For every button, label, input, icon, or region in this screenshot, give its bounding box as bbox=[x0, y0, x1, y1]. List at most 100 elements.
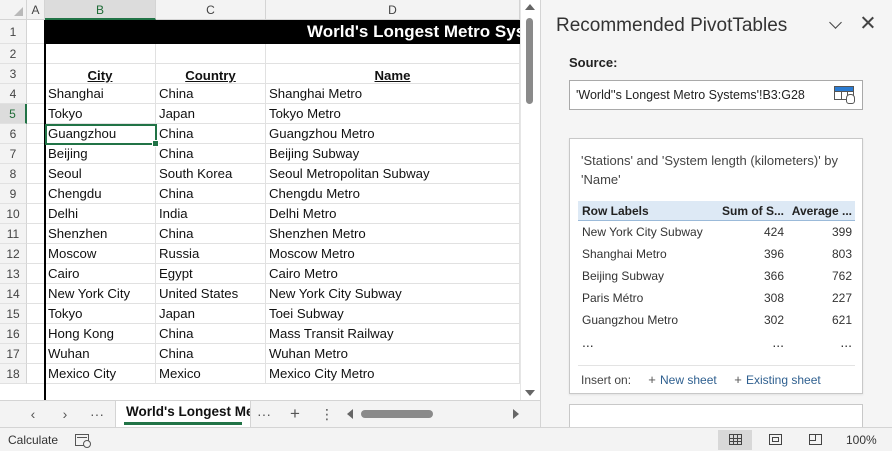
table-cell-city[interactable]: Shanghai bbox=[45, 84, 156, 104]
scroll-down-icon[interactable] bbox=[525, 390, 535, 396]
table-header-country[interactable]: Country bbox=[156, 64, 266, 84]
column-header-b[interactable]: B bbox=[45, 0, 156, 20]
add-sheet-button[interactable]: + bbox=[282, 401, 308, 427]
row-header-17[interactable]: 17 bbox=[0, 344, 27, 364]
row-header-18[interactable]: 18 bbox=[0, 364, 27, 384]
row-header-14[interactable]: 14 bbox=[0, 284, 27, 304]
table-cell-city[interactable]: Hong Kong bbox=[45, 324, 156, 344]
horizontal-scroll-thumb[interactable] bbox=[361, 410, 433, 418]
cell-a17[interactable] bbox=[27, 344, 45, 364]
close-icon[interactable] bbox=[859, 14, 877, 32]
table-cell-country[interactable]: United States bbox=[156, 284, 266, 304]
table-cell-country[interactable]: Egypt bbox=[156, 264, 266, 284]
table-cell-name[interactable]: Shanghai Metro bbox=[266, 84, 520, 104]
cell-a7[interactable] bbox=[27, 144, 45, 164]
row-header-7[interactable]: 7 bbox=[0, 144, 27, 164]
source-range-input[interactable] bbox=[569, 80, 863, 110]
table-cell-city[interactable]: Beijing bbox=[45, 144, 156, 164]
next-sheet-button[interactable]: › bbox=[52, 401, 78, 427]
cell-a13[interactable] bbox=[27, 264, 45, 284]
vertical-scrollbar[interactable] bbox=[520, 0, 538, 400]
table-cell-country[interactable]: Russia bbox=[156, 244, 266, 264]
zoom-level[interactable]: 100% bbox=[846, 433, 877, 447]
table-cell-country[interactable]: China bbox=[156, 344, 266, 364]
table-cell-name[interactable]: Cairo Metro bbox=[266, 264, 520, 284]
table-cell-city[interactable]: Delhi bbox=[45, 204, 156, 224]
table-cell-city[interactable]: Tokyo bbox=[45, 104, 156, 124]
cell-a4[interactable] bbox=[27, 84, 45, 104]
table-cell-country[interactable]: China bbox=[156, 184, 266, 204]
table-cell-country[interactable]: China bbox=[156, 144, 266, 164]
row-header-5[interactable]: 5 bbox=[0, 104, 27, 124]
table-cell-name[interactable]: Mass Transit Railway bbox=[266, 324, 520, 344]
select-all-button[interactable] bbox=[0, 0, 27, 20]
row-header-10[interactable]: 10 bbox=[0, 204, 27, 224]
worksheet-grid[interactable]: A B C D 1 2 3 4 5 6 7 8 9 10 11 12 13 14 15 16 17 18 City… bbox=[0, 0, 540, 400]
scroll-up-icon[interactable] bbox=[525, 4, 535, 10]
chevron-down-icon[interactable] bbox=[828, 16, 844, 32]
table-cell-city[interactable]: Mexico City bbox=[45, 364, 156, 384]
cell-c2[interactable] bbox=[156, 44, 266, 64]
new-sheet-button[interactable]: + New sheet bbox=[647, 372, 717, 387]
table-cell-name[interactable]: Toei Subway bbox=[266, 304, 520, 324]
cell-d2[interactable] bbox=[266, 44, 520, 64]
table-cell-name[interactable]: Tokyo Metro bbox=[266, 104, 520, 124]
more-sheets-left-button[interactable]: ··· bbox=[84, 401, 110, 427]
table-cell-name[interactable]: Mexico City Metro bbox=[266, 364, 520, 384]
table-cell-city[interactable]: Wuhan bbox=[45, 344, 156, 364]
table-cell-country[interactable]: China bbox=[156, 84, 266, 104]
table-cell-name[interactable]: Delhi Metro bbox=[266, 204, 520, 224]
row-header-13[interactable]: 13 bbox=[0, 264, 27, 284]
row-header-2[interactable]: 2 bbox=[0, 44, 27, 64]
macro-record-icon[interactable] bbox=[75, 434, 91, 448]
cell-a18[interactable] bbox=[27, 364, 45, 384]
more-sheets-right-button[interactable]: ··· bbox=[251, 401, 277, 427]
table-cell-name[interactable]: Wuhan Metro bbox=[266, 344, 520, 364]
table-cell-name[interactable]: Beijing Subway bbox=[266, 144, 520, 164]
table-cell-country[interactable]: China bbox=[156, 224, 266, 244]
cell-a3[interactable] bbox=[27, 64, 45, 84]
column-header-a[interactable]: A bbox=[27, 0, 45, 20]
cell-a16[interactable] bbox=[27, 324, 45, 344]
row-header-8[interactable]: 8 bbox=[0, 164, 27, 184]
cell-a10[interactable] bbox=[27, 204, 45, 224]
table-cell-country[interactable]: India bbox=[156, 204, 266, 224]
table-cell-name[interactable]: New York City Subway bbox=[266, 284, 520, 304]
row-header-3[interactable]: 3 bbox=[0, 64, 27, 84]
row-header-4[interactable]: 4 bbox=[0, 84, 27, 104]
table-cell-city[interactable]: Cairo bbox=[45, 264, 156, 284]
cell-a1[interactable] bbox=[27, 20, 45, 44]
existing-sheet-button[interactable]: + Existing sheet bbox=[733, 372, 821, 387]
cell-a15[interactable] bbox=[27, 304, 45, 324]
cell-a12[interactable] bbox=[27, 244, 45, 264]
range-picker-icon[interactable] bbox=[833, 85, 857, 105]
scroll-right-icon[interactable] bbox=[513, 409, 519, 419]
cell-a8[interactable] bbox=[27, 164, 45, 184]
table-cell-name[interactable]: Seoul Metropolitan Subway bbox=[266, 164, 520, 184]
sheet-options-button[interactable]: ⋮ bbox=[314, 401, 340, 427]
table-cell-name[interactable]: Shenzhen Metro bbox=[266, 224, 520, 244]
cell-a9[interactable] bbox=[27, 184, 45, 204]
table-cell-country[interactable]: China bbox=[156, 124, 266, 144]
cell-a5[interactable] bbox=[27, 104, 45, 124]
active-cell-selection[interactable] bbox=[45, 124, 159, 147]
table-cell-country[interactable]: China bbox=[156, 324, 266, 344]
page-break-view-button[interactable] bbox=[798, 430, 832, 450]
row-header-12[interactable]: 12 bbox=[0, 244, 27, 264]
cell-a6[interactable] bbox=[27, 124, 45, 144]
table-cell-country[interactable]: South Korea bbox=[156, 164, 266, 184]
table-cell-city[interactable]: Shenzhen bbox=[45, 224, 156, 244]
table-cell-country[interactable]: Mexico bbox=[156, 364, 266, 384]
table-cell-city[interactable]: New York City bbox=[45, 284, 156, 304]
vertical-scroll-thumb[interactable] bbox=[526, 18, 533, 104]
horizontal-scrollbar[interactable] bbox=[345, 408, 525, 420]
table-cell-city[interactable]: Moscow bbox=[45, 244, 156, 264]
table-cell-name[interactable]: Chengdu Metro bbox=[266, 184, 520, 204]
table-cell-name[interactable]: Moscow Metro bbox=[266, 244, 520, 264]
table-cell-country[interactable]: Japan bbox=[156, 104, 266, 124]
column-header-d[interactable]: D bbox=[266, 0, 520, 20]
table-cell-city[interactable]: Chengdu bbox=[45, 184, 156, 204]
normal-view-button[interactable] bbox=[718, 430, 752, 450]
pivot-recommendation-card[interactable]: 'Stations' and 'System length (kilometer… bbox=[569, 138, 863, 394]
prev-sheet-button[interactable]: ‹ bbox=[20, 401, 46, 427]
